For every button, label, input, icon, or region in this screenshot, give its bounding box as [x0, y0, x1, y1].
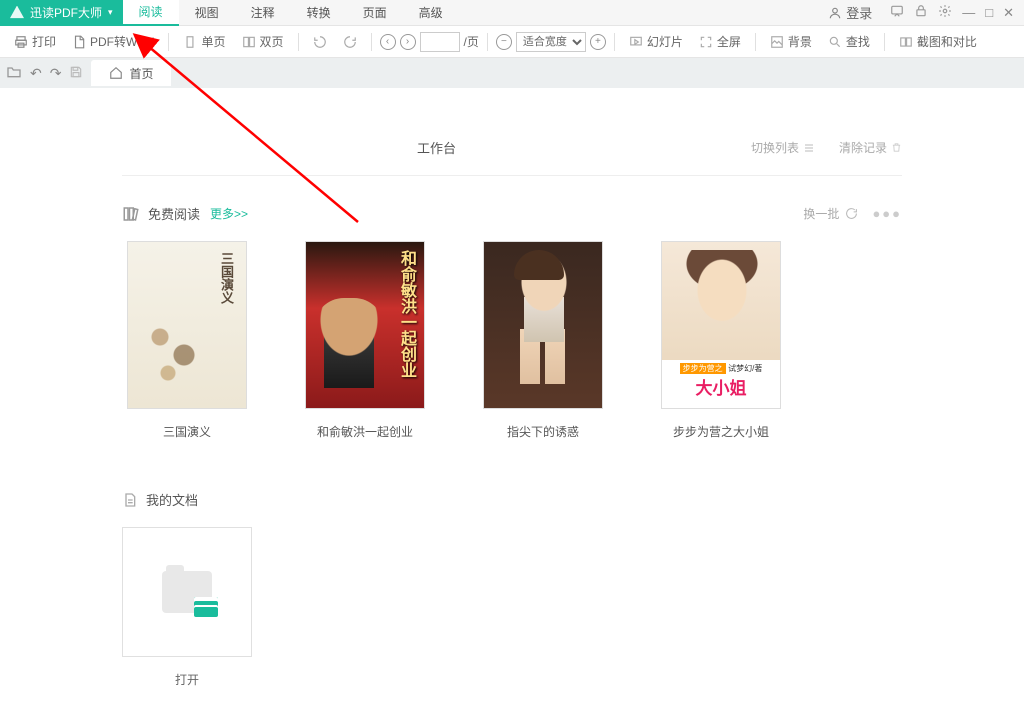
close-button[interactable]: ✕ — [1003, 5, 1014, 21]
menu-tab-page[interactable]: 页面 — [347, 0, 403, 26]
pdf-to-word-button[interactable]: PDF转Word — [66, 30, 160, 54]
free-reading-header: 免费阅读 更多>> 换一批 ●●● — [122, 204, 902, 223]
book-cover — [483, 241, 603, 409]
book-list: 三国演义 和俞敏洪一起创业 指尖下的诱惑 步步为营之 试梦幻/著 大小姐 步步为 — [122, 241, 902, 440]
home-icon — [109, 66, 123, 80]
zoom-out-button[interactable]: − — [496, 34, 512, 50]
my-docs-title: 我的文档 — [146, 490, 198, 509]
redo-button[interactable]: ↷ — [50, 65, 62, 82]
search-icon — [828, 35, 842, 49]
minimize-button[interactable]: — — [962, 5, 975, 20]
slideshow-button[interactable]: 幻灯片 — [623, 30, 689, 54]
book-item[interactable]: 步步为营之 试梦幻/著 大小姐 步步为营之大小姐 — [656, 241, 786, 440]
book-title: 和俞敏洪一起创业 — [300, 423, 430, 440]
more-options-button[interactable]: ●●● — [872, 206, 902, 221]
double-page-button[interactable]: 双页 — [236, 30, 290, 54]
user-icon — [828, 6, 842, 20]
feedback-icon[interactable] — [890, 4, 904, 21]
separator — [168, 33, 169, 51]
single-page-icon — [183, 35, 197, 49]
book-cover: 步步为营之 试梦幻/著 大小姐 — [661, 241, 781, 409]
more-link[interactable]: 更多>> — [210, 205, 248, 222]
switch-list-button[interactable]: 切换列表 — [751, 139, 815, 156]
login-button[interactable]: 登录 — [828, 3, 872, 22]
my-docs-header: 我的文档 — [122, 490, 902, 509]
book-title: 步步为营之大小姐 — [656, 423, 786, 440]
separator — [371, 33, 372, 51]
next-page-button[interactable]: › — [400, 34, 416, 50]
separator — [614, 33, 615, 51]
divider — [122, 175, 902, 176]
print-button[interactable]: 打印 — [8, 30, 62, 54]
background-icon — [770, 35, 784, 49]
list-icon — [803, 142, 815, 154]
single-page-button[interactable]: 单页 — [177, 30, 231, 54]
app-title: 迅读PDF大师 ▾ — [0, 0, 123, 26]
lock-icon[interactable] — [914, 4, 928, 21]
book-item[interactable]: 指尖下的诱惑 — [478, 241, 608, 440]
window-controls: 登录 — □ ✕ — [828, 3, 1024, 22]
save-button[interactable] — [69, 65, 83, 82]
rotate-right-button[interactable] — [337, 30, 363, 54]
books-icon — [122, 205, 140, 223]
book-cover — [305, 241, 425, 409]
open-folder-button[interactable] — [6, 64, 22, 83]
book-item[interactable]: 和俞敏洪一起创业 — [300, 241, 430, 440]
clear-history-button[interactable]: 清除记录 — [839, 139, 902, 156]
menu-tab-convert[interactable]: 转换 — [291, 0, 347, 26]
pdf-icon — [72, 35, 86, 49]
folder-icon — [162, 571, 212, 613]
document-tab-strip: ↶ ↷ 首页 — [0, 58, 1024, 88]
prev-page-button[interactable]: ‹ — [380, 34, 396, 50]
trash-icon — [891, 142, 902, 153]
compare-icon — [899, 35, 913, 49]
page-separator-label: /页 — [464, 33, 479, 50]
menu-tab-read[interactable]: 阅读 — [123, 0, 179, 26]
rotate-left-button[interactable] — [307, 30, 333, 54]
book-cover — [127, 241, 247, 409]
rotate-right-icon — [343, 35, 357, 49]
print-icon — [14, 35, 28, 49]
separator — [487, 33, 488, 51]
home-tab[interactable]: 首页 — [91, 60, 171, 86]
fullscreen-icon — [699, 35, 713, 49]
refresh-icon — [845, 207, 858, 220]
fit-mode-select[interactable]: 适合宽度 — [516, 32, 586, 52]
rotate-left-icon — [313, 35, 327, 49]
page-number-input[interactable] — [420, 32, 460, 52]
find-button[interactable]: 查找 — [822, 30, 876, 54]
workspace-title: 工作台 — [122, 138, 751, 157]
menu-tab-advanced[interactable]: 高级 — [403, 0, 459, 26]
separator — [298, 33, 299, 51]
app-logo-icon — [10, 6, 24, 20]
background-button[interactable]: 背景 — [764, 30, 818, 54]
screenshot-compare-button[interactable]: 截图和对比 — [893, 30, 983, 54]
app-title-text: 迅读PDF大师 — [30, 4, 102, 21]
app-dropdown-icon[interactable]: ▾ — [108, 7, 113, 18]
content-area: 工作台 切换列表 清除记录 免费阅读 更多>> 换一批 ●●● — [0, 88, 1024, 720]
book-title: 指尖下的诱惑 — [478, 423, 608, 440]
document-icon — [122, 492, 138, 508]
open-document-card[interactable]: 打开 — [122, 527, 252, 688]
separator — [755, 33, 756, 51]
settings-icon[interactable] — [938, 4, 952, 21]
undo-button[interactable]: ↶ — [30, 65, 42, 82]
zoom-in-button[interactable]: + — [590, 34, 606, 50]
book-title: 三国演义 — [122, 423, 252, 440]
double-page-icon — [242, 35, 256, 49]
book-item[interactable]: 三国演义 — [122, 241, 252, 440]
menu-tab-annotate[interactable]: 注释 — [235, 0, 291, 26]
slideshow-icon — [629, 35, 643, 49]
open-label: 打开 — [122, 671, 252, 688]
menu-bar: 迅读PDF大师 ▾ 阅读 视图 注释 转换 页面 高级 登录 — □ ✕ — [0, 0, 1024, 26]
open-document-box[interactable] — [122, 527, 252, 657]
workspace-header: 工作台 切换列表 清除记录 — [122, 138, 902, 157]
refresh-batch-button[interactable]: 换一批 — [803, 205, 858, 222]
separator — [884, 33, 885, 51]
free-reading-title: 免费阅读 — [148, 204, 200, 223]
menu-tab-view[interactable]: 视图 — [179, 0, 235, 26]
fullscreen-button[interactable]: 全屏 — [693, 30, 747, 54]
maximize-button[interactable]: □ — [985, 5, 993, 20]
toolbar: 打印 PDF转Word 单页 双页 ‹ › /页 − 适合宽度 + 幻灯片 全屏… — [0, 26, 1024, 58]
